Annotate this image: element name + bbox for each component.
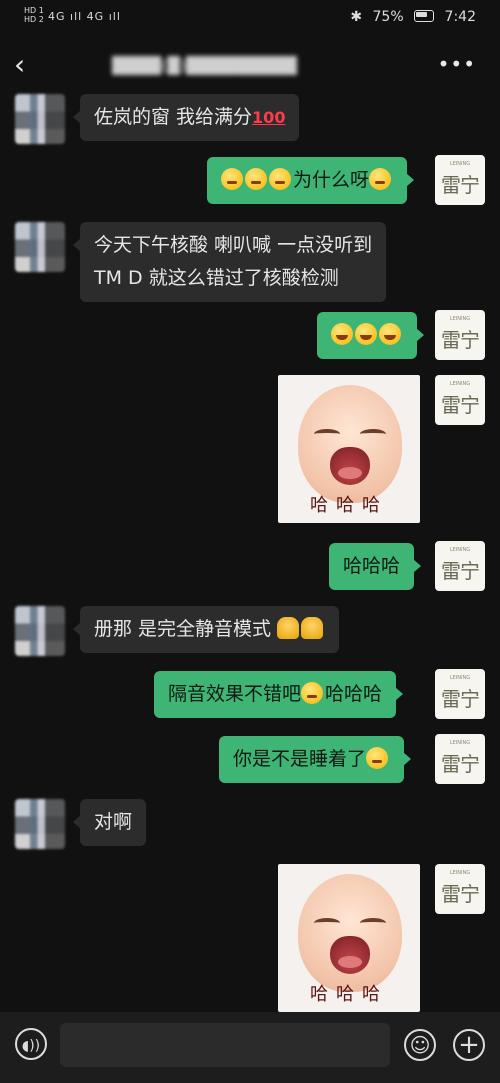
laughing-face-icon xyxy=(379,323,401,345)
chat-title: ████(█)█████████ xyxy=(112,56,297,75)
message-text: 为什么呀 xyxy=(293,169,370,191)
hd-indicator: HD 1 HD 2 xyxy=(24,6,44,24)
avatar[interactable]: LEINING 雷宁 xyxy=(435,310,485,360)
chat-header: ‹ ████(█)█████████ ••• xyxy=(0,36,500,92)
chevron-left-icon: ‹ xyxy=(14,48,26,81)
message-text: 册那 是完全静音模式 xyxy=(94,618,278,640)
emoji-icon: ☺ xyxy=(409,1033,431,1057)
plus-icon: + xyxy=(458,1030,480,1060)
avatar-brand-small: LEINING xyxy=(449,740,471,746)
clock: 7:42 xyxy=(444,9,476,25)
message-text: 哈哈哈 xyxy=(343,555,401,577)
avatar[interactable]: LEINING 雷宁 xyxy=(435,864,485,914)
avatar-brand: 雷宁 xyxy=(441,559,480,583)
clapping-hands-icon xyxy=(277,617,300,639)
message-bubble[interactable]: 为什么呀 xyxy=(207,157,415,204)
message-text-line2: TM D 就这么错过了核酸检测 xyxy=(94,267,339,289)
message-bubble[interactable]: 对啊 xyxy=(72,799,147,846)
avatar-brand: 雷宁 xyxy=(441,687,480,711)
message-bubble[interactable]: 佐岚的窗 我给满分100 xyxy=(72,94,300,141)
sticker-caption: 哈哈哈 xyxy=(310,984,388,1005)
message-bubble[interactable]: 你是不是睡着了 xyxy=(219,736,412,783)
signal-icon: 4G ıll 4G ıll xyxy=(48,10,121,23)
eye xyxy=(360,429,386,439)
mouth xyxy=(330,936,370,974)
voice-button[interactable]: ◖)) xyxy=(15,1028,47,1060)
baby-face xyxy=(298,385,402,503)
message-input[interactable] xyxy=(60,1023,390,1067)
message-bubble[interactable]: 哈哈哈 xyxy=(329,543,422,590)
avatar-brand-small: LEINING xyxy=(449,675,471,681)
avatar-brand-small: LEINING xyxy=(449,161,471,167)
message-bubble[interactable]: 册那 是完全静音模式 xyxy=(72,606,340,653)
avatar[interactable]: LEINING 雷宁 xyxy=(435,669,485,719)
message-bubble[interactable]: 今天下午核酸 喇叭喊 一点没听到 TM D 就这么错过了核酸检测 xyxy=(72,222,387,302)
message-text: 隔音效果不错吧 xyxy=(168,683,302,705)
avatar-brand-small: LEINING xyxy=(449,870,471,876)
eye xyxy=(314,918,340,928)
baby-face xyxy=(298,874,402,992)
avatar[interactable] xyxy=(15,606,65,656)
message-text: 哈哈哈 xyxy=(325,683,383,705)
emoji-button[interactable]: ☺ xyxy=(404,1029,436,1061)
battery-percent: 75% xyxy=(372,9,404,25)
message-text: 佐岚的窗 我给满分 xyxy=(94,106,253,128)
avatar[interactable] xyxy=(15,222,65,272)
avatar[interactable]: LEINING 雷宁 xyxy=(435,155,485,205)
mouth xyxy=(330,447,370,485)
message-bubble[interactable]: 隔音效果不错吧 哈哈哈 xyxy=(154,671,404,718)
battery-icon xyxy=(414,10,435,22)
bluetooth-icon: ✱ xyxy=(350,9,363,25)
avatar-brand: 雷宁 xyxy=(441,882,480,906)
message-text: 你是不是睡着了 xyxy=(233,748,367,770)
avatar-brand: 雷宁 xyxy=(441,328,480,352)
avatar[interactable]: LEINING 雷宁 xyxy=(435,734,485,784)
status-right: ✱ 75% 7:42 xyxy=(344,9,476,25)
message-text-line1: 今天下午核酸 喇叭喊 一点没听到 xyxy=(94,234,373,256)
status-bar: HD 1 HD 2 4G ıll 4G ıll ✱ 75% 7:42 xyxy=(0,0,500,36)
avatar-brand: 雷宁 xyxy=(441,393,480,417)
avatar[interactable]: LEINING 雷宁 xyxy=(435,375,485,425)
sticker-caption: 哈哈哈 xyxy=(310,495,388,516)
input-bar: ◖)) ☺ + xyxy=(0,1012,500,1083)
plus-button[interactable]: + xyxy=(453,1029,485,1061)
avatar[interactable] xyxy=(15,799,65,849)
hd2-label: HD 2 xyxy=(24,15,44,24)
thinking-face-icon xyxy=(366,747,389,769)
laughing-face-icon xyxy=(355,323,377,345)
avatar-brand-small: LEINING xyxy=(449,381,471,387)
sticker-image[interactable]: 哈哈哈 xyxy=(278,864,420,1012)
thinking-face-icon xyxy=(301,682,324,704)
avatar[interactable] xyxy=(15,94,65,144)
message-bubble[interactable] xyxy=(317,312,424,359)
thinking-face-icon xyxy=(269,168,291,190)
eye xyxy=(314,429,340,439)
hundred-points-icon: 100 xyxy=(252,108,286,127)
thinking-face-icon xyxy=(245,168,267,190)
avatar-brand-small: LEINING xyxy=(449,547,471,553)
more-button[interactable]: ••• xyxy=(438,52,476,76)
sticker-image[interactable]: 哈哈哈 xyxy=(278,375,420,523)
clapping-hands-icon xyxy=(301,617,324,639)
laughing-face-icon xyxy=(331,323,353,345)
avatar-brand-small: LEINING xyxy=(449,316,471,322)
avatar-brand: 雷宁 xyxy=(441,752,480,776)
back-button[interactable]: ‹ xyxy=(14,48,25,81)
eye xyxy=(360,918,386,928)
message-text: 对啊 xyxy=(94,811,133,833)
avatar-brand: 雷宁 xyxy=(441,173,480,197)
hd1-label: HD 1 xyxy=(24,6,44,15)
thinking-face-icon xyxy=(369,168,392,190)
avatar[interactable]: LEINING 雷宁 xyxy=(435,541,485,591)
thinking-face-icon xyxy=(221,168,243,190)
voice-icon: ◖)) xyxy=(21,1038,41,1054)
